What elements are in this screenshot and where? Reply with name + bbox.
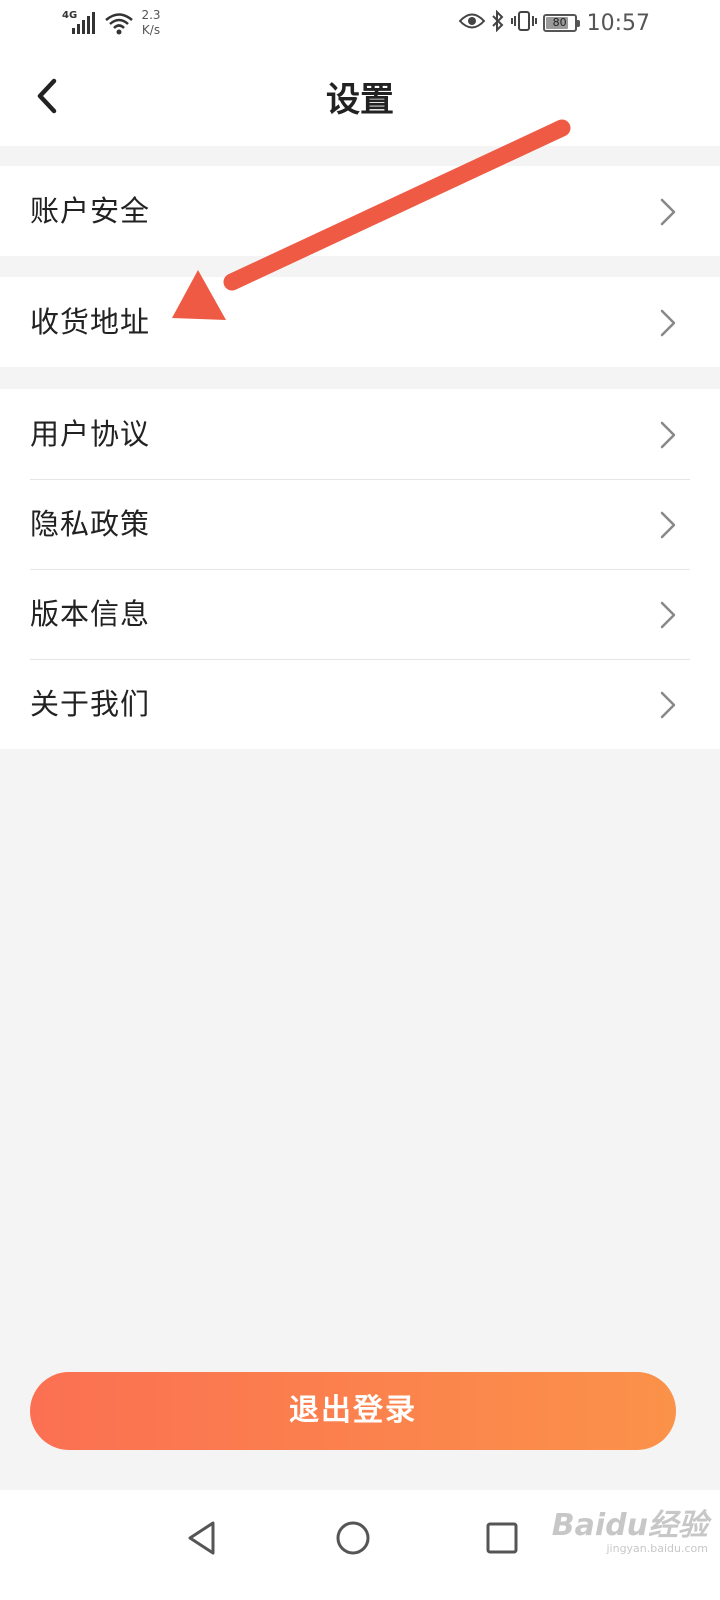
nav-back-button[interactable] xyxy=(172,1508,232,1568)
chevron-right-icon xyxy=(660,198,676,226)
chevron-right-icon xyxy=(660,511,676,539)
settings-item-version-info[interactable]: 版本信息 xyxy=(0,569,720,659)
chevron-right-icon xyxy=(660,421,676,449)
logout-button[interactable]: 退出登录 xyxy=(30,1372,676,1450)
settings-item-label: 账户安全 xyxy=(30,194,151,228)
settings-item-label: 关于我们 xyxy=(30,687,151,721)
baidu-watermark: Baidu经验 jingyan.baidu.com xyxy=(552,1500,708,1555)
settings-item-account-security[interactable]: 账户安全 xyxy=(0,166,720,256)
chevron-right-icon xyxy=(660,601,676,629)
speed-value: 2.3 xyxy=(141,8,161,22)
status-right: 80 10:57 xyxy=(458,9,650,36)
battery-percent: 80 xyxy=(552,16,567,29)
status-clock: 10:57 xyxy=(586,10,650,36)
battery-icon: 80 xyxy=(542,14,580,32)
chevron-right-icon xyxy=(660,309,676,337)
page-title: 设置 xyxy=(326,80,394,120)
cellular-signal-icon: 4G xyxy=(62,8,102,38)
square-recent-icon xyxy=(486,1522,518,1554)
settings-group-account: 账户安全 xyxy=(0,166,720,256)
chevron-right-icon xyxy=(660,691,676,719)
nav-home-button[interactable] xyxy=(323,1508,383,1568)
wifi-icon xyxy=(104,12,134,40)
settings-item-shipping-address[interactable]: 收货地址 xyxy=(0,277,720,367)
status-bar: 4G 2.3 K/s 80 10:57 xyxy=(0,0,720,48)
speed-unit: K/s xyxy=(141,23,161,37)
network-type: 4G xyxy=(62,10,78,21)
settings-item-label: 收货地址 xyxy=(30,305,151,339)
vibrate-icon xyxy=(510,10,537,36)
circle-home-icon xyxy=(336,1521,370,1555)
eye-icon xyxy=(458,12,485,34)
nav-recent-button[interactable] xyxy=(472,1508,532,1568)
settings-item-label: 隐私政策 xyxy=(30,507,151,541)
watermark-logo: Baidu经验 xyxy=(551,1508,708,1543)
settings-item-label: 版本信息 xyxy=(30,597,151,631)
settings-group-info: 用户协议 隐私政策 版本信息 关于我们 xyxy=(0,389,720,749)
settings-item-privacy-policy[interactable]: 隐私政策 xyxy=(0,479,720,569)
triangle-back-icon xyxy=(188,1521,215,1555)
settings-group-address: 收货地址 xyxy=(0,277,720,367)
settings-item-user-agreement[interactable]: 用户协议 xyxy=(0,389,720,479)
network-speed: 2.3 K/s xyxy=(136,8,166,38)
settings-item-label: 用户协议 xyxy=(30,417,151,451)
status-left: 4G 2.3 K/s xyxy=(62,8,166,38)
settings-item-about-us[interactable]: 关于我们 xyxy=(0,659,720,749)
battery-tip xyxy=(576,20,580,27)
title-bar: 设置 xyxy=(0,48,720,146)
bluetooth-icon xyxy=(491,9,505,36)
